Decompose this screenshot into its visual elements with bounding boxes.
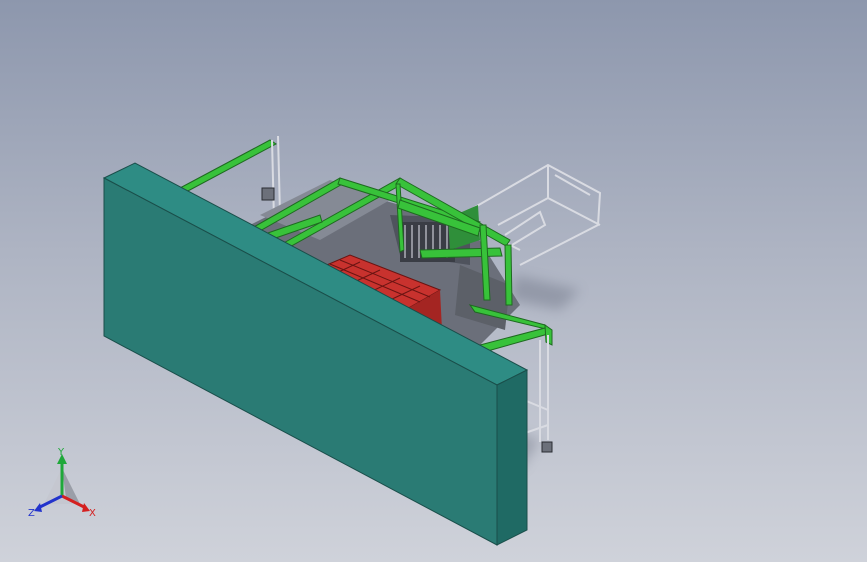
cad-model-scene[interactable] — [0, 0, 867, 562]
y-axis-label: Y — [57, 447, 65, 458]
x-axis-label: X — [89, 508, 96, 519]
z-axis-label: Z — [28, 508, 35, 519]
graphics-viewport[interactable]: Y X Z — [0, 0, 867, 562]
z-axis-arrow — [34, 503, 42, 512]
axis-triad: Y X Z — [28, 447, 96, 519]
